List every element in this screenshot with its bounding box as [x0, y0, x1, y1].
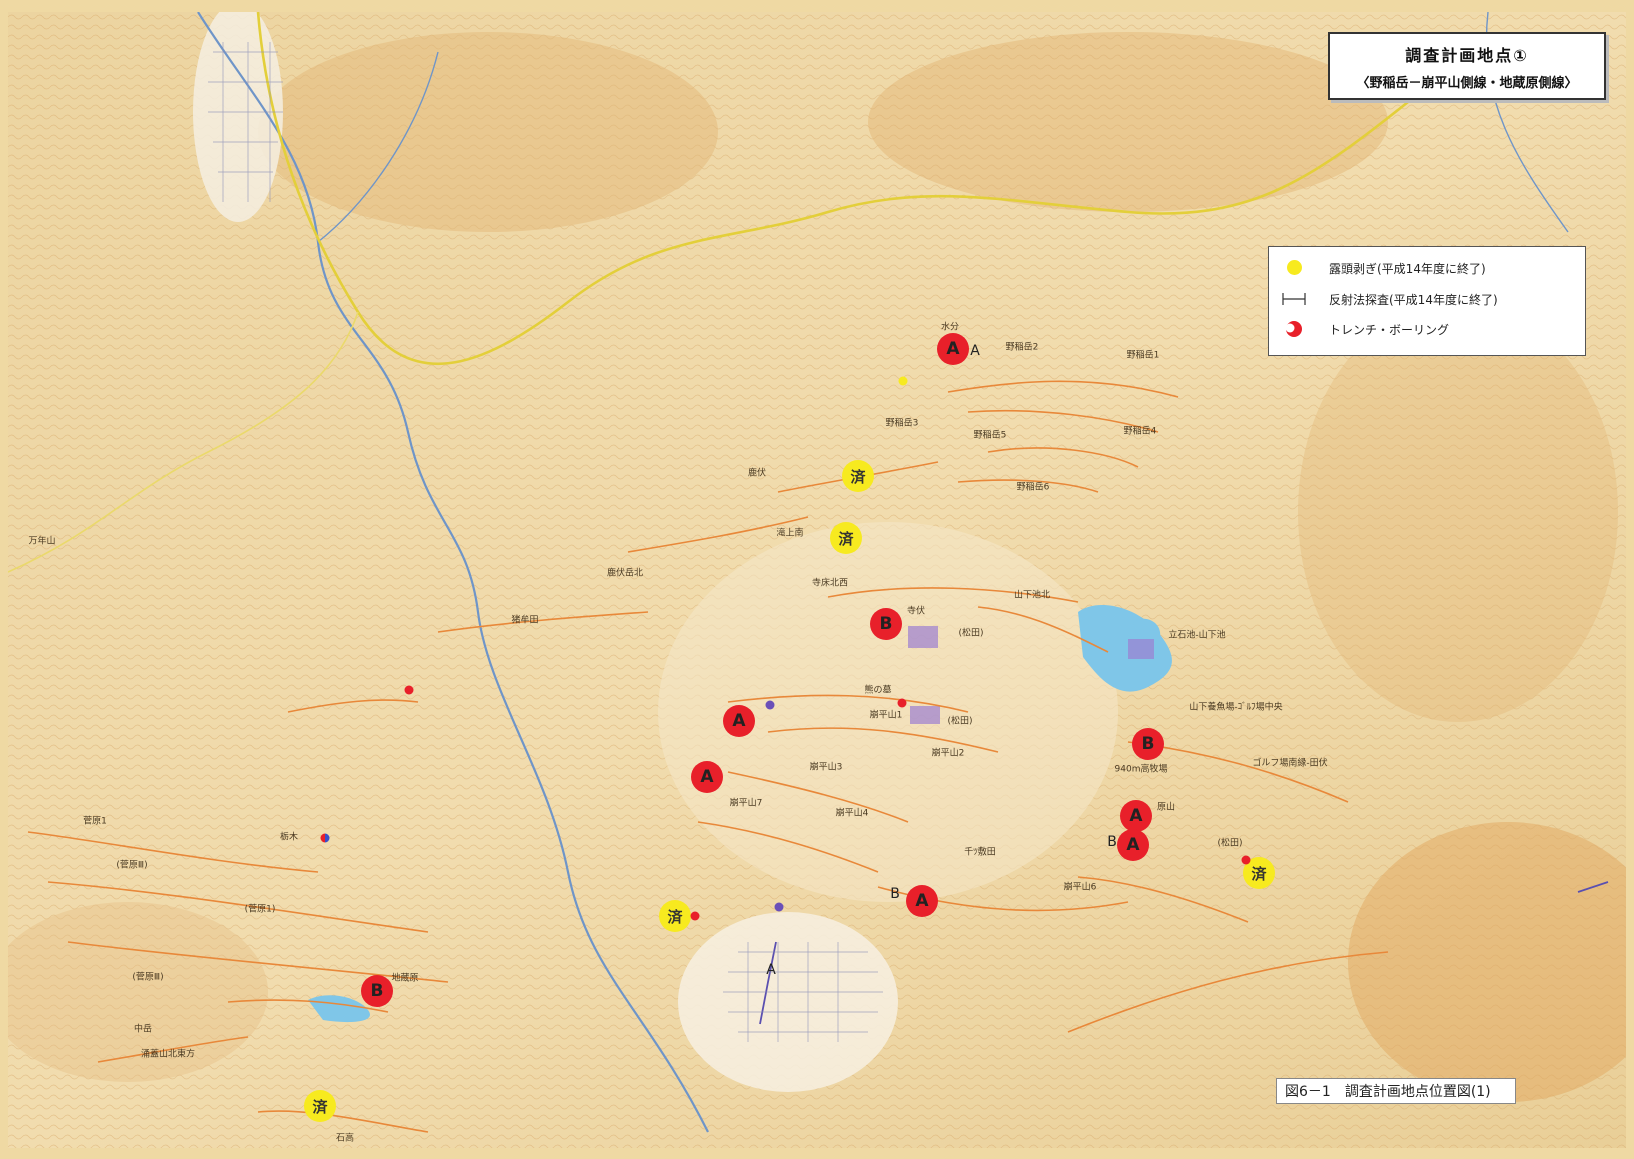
place-label: 立石池-山下池	[1168, 630, 1226, 641]
map-subtitle: 〈野稲岳－崩平山側線・地蔵原側線〉	[1356, 76, 1578, 91]
place-label: 野稲岳5	[973, 430, 1007, 441]
place-label: (菅原1)	[244, 904, 276, 915]
place-label: (松田)	[1217, 838, 1243, 849]
place-label: 野稲岳3	[885, 418, 919, 429]
trench-marker[interactable]: B	[1132, 728, 1164, 760]
place-label: 千ﾂ敷田	[964, 847, 996, 858]
place-label: 崩平山2	[931, 748, 965, 759]
survey-point-label: B	[1107, 834, 1117, 850]
survey-line-icon	[1281, 290, 1307, 308]
trench-marker[interactable]: A	[723, 705, 755, 737]
place-label: 野稲岳1	[1126, 350, 1160, 361]
place-label: 野稲岳2	[1005, 342, 1039, 353]
place-label: 地蔵原	[391, 973, 419, 984]
trench-marker[interactable]: B	[361, 975, 393, 1007]
topographic-map[interactable]: 調査計画地点① 〈野稲岳－崩平山側線・地蔵原側線〉 露頭剥ぎ(平成14年度に終了…	[0, 0, 1634, 1159]
survey-point[interactable]	[774, 902, 784, 912]
trench-marker[interactable]: A	[1120, 800, 1152, 832]
legend-label-trench: トレンチ・ボーリング	[1329, 322, 1450, 337]
legend-item-outcrop: 露頭剥ぎ(平成14年度に終了)	[1281, 258, 1486, 278]
trench-point[interactable]	[404, 685, 414, 695]
relief-zone	[258, 32, 718, 232]
place-label: 寺伏	[906, 606, 926, 617]
legend-label-outcrop: 露頭剥ぎ(平成14年度に終了)	[1329, 261, 1486, 276]
survey-point[interactable]	[320, 833, 330, 843]
place-label: (松田)	[958, 628, 984, 639]
survey-point-label: B	[890, 886, 900, 902]
survey-point[interactable]	[765, 700, 775, 710]
place-label: 菅原1	[83, 816, 107, 827]
place-label: (松田)	[947, 716, 973, 727]
survey-line-label: A	[766, 962, 776, 978]
place-label: 940m高牧場	[1114, 764, 1168, 775]
map-legend: 露頭剥ぎ(平成14年度に終了) 反射法探査(平成14年度に終了) トレンチ・ボー…	[1268, 246, 1586, 356]
place-label: 鹿伏	[747, 468, 767, 479]
place-label: 山下池北	[1013, 590, 1051, 601]
place-label: 崩平山6	[1063, 882, 1097, 893]
trench-point[interactable]	[897, 698, 907, 708]
place-label: 崩平山4	[835, 808, 869, 819]
wetland	[908, 626, 938, 648]
place-label: 石高	[335, 1133, 355, 1144]
place-label: 寺床北西	[811, 578, 849, 589]
place-label: 崩平山3	[809, 762, 843, 773]
place-label: 万年山	[28, 536, 56, 547]
place-label: 涌蓋山北東方	[140, 1049, 196, 1060]
relief-zone	[868, 32, 1388, 212]
place-label: 水分	[940, 322, 960, 333]
trench-marker[interactable]: A	[937, 333, 969, 365]
map-title-box: 調査計画地点① 〈野稲岳－崩平山側線・地蔵原側線〉	[1328, 32, 1606, 100]
place-label: 原山	[1156, 802, 1176, 813]
completed-outcrop-marker[interactable]: 済	[304, 1090, 336, 1122]
place-label: 鹿伏岳北	[606, 568, 644, 579]
wetland	[1128, 639, 1154, 659]
place-label: 崩平山1	[869, 710, 903, 721]
place-label: 中岳	[133, 1024, 153, 1035]
place-label: 山下養魚場-ｺﾞﾙﾌ場中央	[1189, 702, 1283, 713]
trench-point[interactable]	[1241, 855, 1251, 865]
place-label: 滝上南	[776, 528, 804, 539]
survey-point-label: A	[970, 343, 980, 359]
red-dot-icon	[1281, 320, 1307, 338]
place-label: (菅原Ⅲ)	[132, 972, 164, 983]
place-label: (菅原Ⅲ)	[116, 860, 148, 871]
trench-marker[interactable]: A	[1117, 829, 1149, 861]
figure-caption: 図6－1 調査計画地点位置図(1)	[1276, 1078, 1516, 1104]
trench-marker[interactable]: B	[870, 608, 902, 640]
place-label: 栃木	[279, 832, 299, 843]
relief-zone	[1298, 302, 1618, 722]
trench-marker[interactable]: A	[906, 885, 938, 917]
flatland-zone	[678, 912, 898, 1092]
legend-item-survey: 反射法探査(平成14年度に終了)	[1281, 289, 1498, 309]
place-label: 崩平山7	[729, 798, 763, 809]
place-label: 野稲岳6	[1016, 482, 1050, 493]
trench-point[interactable]	[690, 911, 700, 921]
completed-outcrop-marker[interactable]: 済	[659, 900, 691, 932]
outcrop-point[interactable]	[898, 376, 908, 386]
place-label: 野稲岳4	[1123, 426, 1157, 437]
wetland	[910, 706, 940, 724]
legend-label-survey: 反射法探査(平成14年度に終了)	[1329, 292, 1498, 307]
place-label: 猪牟田	[511, 615, 539, 626]
place-label: ゴルフ場南縁-田伏	[1252, 758, 1328, 769]
trench-marker[interactable]: A	[691, 761, 723, 793]
legend-item-trench: トレンチ・ボーリング	[1281, 319, 1449, 339]
map-title: 調査計画地点①	[1405, 46, 1529, 65]
yellow-dot-icon	[1281, 259, 1307, 277]
completed-outcrop-marker[interactable]: 済	[842, 460, 874, 492]
place-label: 熊の墓	[864, 685, 892, 696]
completed-outcrop-marker[interactable]: 済	[830, 522, 862, 554]
